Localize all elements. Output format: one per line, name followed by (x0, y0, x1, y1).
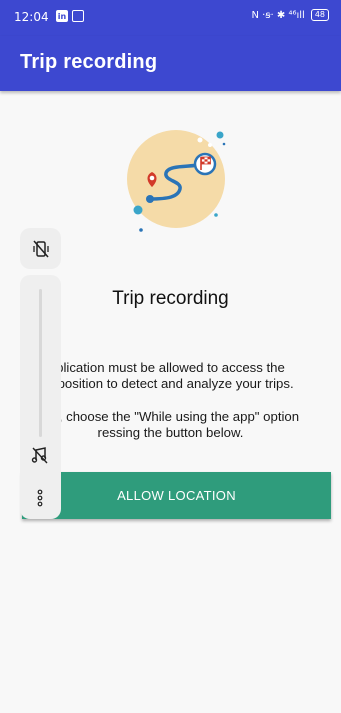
battery-icon: 48 (310, 9, 329, 21)
more-vertical-icon[interactable] (34, 489, 46, 507)
music-off-icon[interactable] (30, 445, 50, 465)
linkedin-icon: in (56, 10, 68, 22)
status-right-icons: N ·ꞩ· ✱ ⁴⁶ıll 48 (251, 9, 329, 21)
vibrate-off-icon (32, 240, 49, 257)
app-bar: Trip recording (0, 36, 341, 91)
status-bar: 12:04 in N ·ꞩ· ✱ ⁴⁶ıll 48 (0, 0, 341, 36)
volume-slider[interactable] (39, 289, 42, 437)
trip-route-illustration (127, 130, 226, 232)
allow-location-button[interactable]: ALLOW LOCATION (22, 472, 331, 519)
newspaper-icon (72, 10, 84, 22)
status-notification-icons: in (56, 10, 84, 22)
volume-panel (20, 275, 61, 519)
status-signal-text: N ·ꞩ· ✱ ⁴⁶ıll (251, 9, 305, 21)
ringer-mode-button[interactable] (20, 228, 61, 269)
app-title: Trip recording (20, 51, 158, 73)
status-time: 12:04 (14, 10, 49, 24)
